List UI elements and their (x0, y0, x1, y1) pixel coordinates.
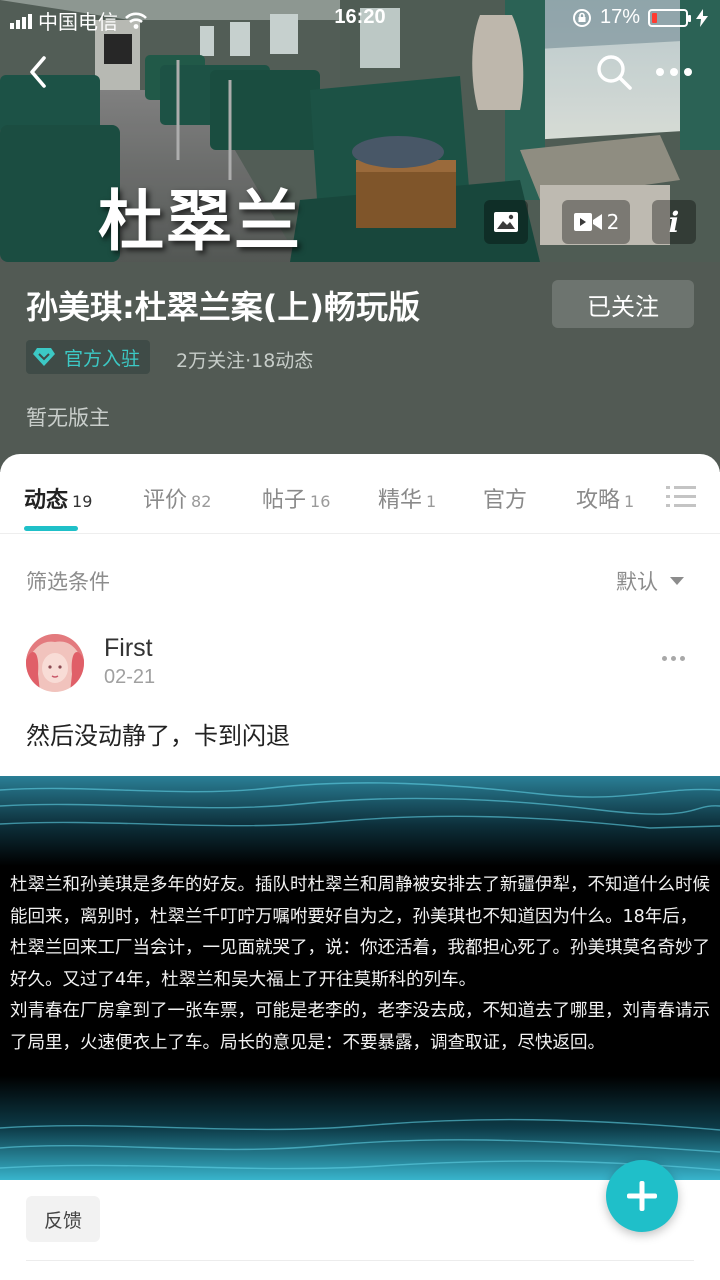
official-badge[interactable]: 官方入驻 (26, 340, 151, 374)
search-icon (597, 55, 632, 90)
plus-icon (627, 1181, 657, 1211)
filter-button[interactable]: 筛选条件 (26, 566, 110, 596)
back-button[interactable] (22, 52, 62, 92)
tab-count: 19 (72, 492, 93, 511)
follow-stats: 2万关注·18动态 (176, 350, 314, 372)
tab-featured[interactable]: 精华 1 (378, 482, 436, 514)
official-badge-label: 官方入驻 (64, 347, 141, 370)
story-paragraph: 杜翠兰和孙美琪是多年的好友。插队时杜翠兰和周静被安排去了新疆伊犁，不知道什么时候… (10, 875, 710, 990)
video-button[interactable]: 2 (562, 200, 630, 244)
battery-percentage: 17% (599, 6, 640, 28)
story-paragraph: 刘青春在厂房拿到了一张车票，可能是老李的，老李没去成，不知道去了哪里，刘青春请示… (10, 1001, 710, 1053)
avatar[interactable] (26, 634, 84, 692)
video-count: 2 (606, 210, 620, 234)
tab-label: 评价 (143, 488, 188, 513)
more-horizontal-icon (656, 68, 692, 76)
post-author[interactable]: First (104, 634, 153, 663)
game-title: 孙美琪:杜翠兰案(上)畅玩版 (26, 288, 421, 326)
video-camera-icon (573, 213, 602, 231)
sort-dropdown[interactable]: 默认 (616, 566, 684, 596)
game-info-panel: 孙美琪:杜翠兰案(上)畅玩版 已关注 官方入驻 2万关注·18动态 暂无版主 (0, 262, 720, 472)
tab-label: 官方 (483, 488, 528, 513)
info-icon: i (668, 205, 680, 239)
caret-down-icon (670, 577, 684, 585)
hero-title: 杜翠兰 (98, 182, 302, 260)
tab-reviews[interactable]: 评价 82 (143, 482, 211, 514)
image-caption-text: 杜翠兰和孙美琪是多年的好友。插队时杜翠兰和周静被安排去了新疆伊犁，不知道什么时候… (10, 870, 712, 1059)
more-options-button[interactable] (652, 56, 696, 88)
tab-count: 1 (426, 492, 437, 511)
tab-guides[interactable]: 攻略 1 (576, 482, 634, 514)
divider (26, 1260, 694, 1261)
post-text: 然后没动静了，卡到闪退 (26, 722, 290, 750)
header-banner: 中国电信 16:20 17% 杜翠兰 2 i (0, 0, 720, 262)
gallery-button[interactable] (484, 200, 528, 244)
tab-count: 1 (624, 492, 635, 511)
tab-activity[interactable]: 动态 19 (24, 482, 92, 514)
charging-bolt-icon (696, 8, 708, 27)
search-button[interactable] (594, 52, 634, 92)
follow-button[interactable]: 已关注 (552, 280, 694, 328)
tab-official[interactable]: 官方 (483, 482, 527, 514)
chevron-left-icon (30, 56, 46, 88)
tab-label: 动态 (24, 488, 69, 513)
status-bar: 中国电信 16:20 17% (0, 0, 720, 36)
tab-posts[interactable]: 帖子 16 (262, 482, 330, 514)
content-panel: 动态 19 评价 82 帖子 16 精华 1 官方 攻略 1 筛选条件 默认 F… (0, 454, 720, 1280)
active-tab-indicator (24, 526, 78, 531)
tab-list-icon[interactable] (666, 484, 696, 510)
feedback-button[interactable]: 反馈 (26, 1196, 101, 1242)
tab-count: 82 (191, 492, 212, 511)
diamond-icon (33, 348, 55, 366)
tab-count: 16 (310, 492, 331, 511)
battery-icon (648, 8, 691, 27)
rotation-lock-icon (572, 8, 591, 27)
avatar-image (26, 634, 84, 692)
tab-label: 攻略 (576, 488, 621, 513)
create-post-button[interactable] (606, 1160, 678, 1232)
image-icon (494, 212, 518, 232)
sort-label: 默认 (616, 570, 658, 594)
info-button[interactable]: i (652, 200, 696, 244)
post-image[interactable]: 杜翠兰和孙美琪是多年的好友。插队时杜翠兰和周静被安排去了新疆伊犁，不知道什么时候… (0, 776, 720, 1180)
post-more-icon[interactable] (662, 650, 692, 666)
post-date: 02-21 (104, 666, 156, 688)
tab-bar: 动态 19 评价 82 帖子 16 精华 1 官方 攻略 1 (0, 454, 720, 534)
tab-label: 精华 (378, 488, 423, 513)
moderator-info: 暂无版主 (26, 406, 110, 430)
tab-label: 帖子 (262, 488, 307, 513)
